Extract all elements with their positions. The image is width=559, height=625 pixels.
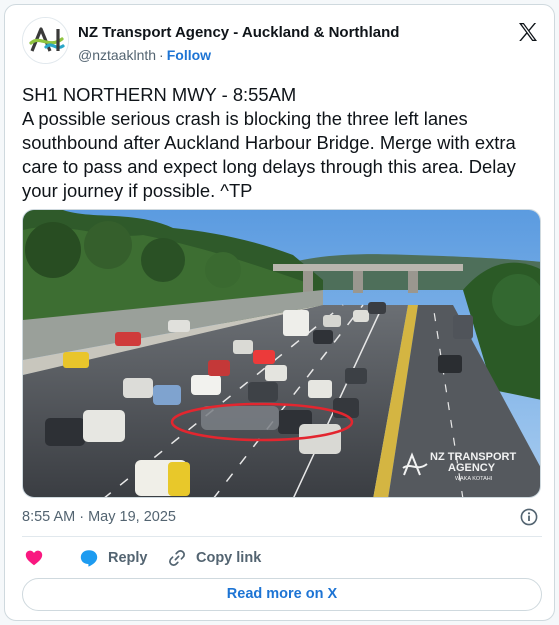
reply-label: Reply	[108, 550, 148, 566]
copy-link-button[interactable]: Copy link	[167, 546, 261, 570]
tweet-media-traffic-camera[interactable]: NZ TRANSPORT AGENCY WAKA KOTAHI	[22, 209, 541, 498]
copy-link-label: Copy link	[196, 550, 262, 566]
link-icon	[169, 550, 185, 566]
watermark-line2: AGENCY	[448, 462, 496, 474]
divider	[22, 536, 542, 537]
account-handle-row: @nztaaklnth · Follow	[78, 47, 211, 63]
account-name[interactable]: NZ Transport Agency - Auckland & Northla…	[78, 24, 399, 41]
reply-button[interactable]: Reply	[79, 546, 148, 570]
tweet-timestamp[interactable]: 8:55 AM · May 19, 2025	[22, 509, 176, 525]
like-button[interactable]	[24, 546, 44, 570]
x-logo-icon[interactable]	[516, 20, 540, 44]
follow-button[interactable]: Follow	[167, 47, 211, 63]
heart-icon	[25, 550, 43, 566]
tweet-header: NZ Transport Agency - Auckland & Northla…	[22, 17, 542, 65]
read-more-on-x-button[interactable]: Read more on X	[22, 578, 542, 611]
embedded-tweet-card: NZ Transport Agency - Auckland & Northla…	[4, 4, 555, 621]
tweet-text: SH1 NORTHERN MWY - 8:55AM A possible ser…	[22, 84, 516, 201]
info-icon[interactable]	[519, 507, 539, 527]
separator-dot: ·	[159, 47, 164, 63]
account-handle[interactable]: @nztaaklnth	[78, 47, 156, 63]
watermark-line3: WAKA KOTAHI	[455, 476, 493, 482]
traffic-camera-image: NZ TRANSPORT AGENCY WAKA KOTAHI	[23, 210, 540, 497]
nzta-logo-icon	[23, 18, 68, 63]
account-avatar[interactable]	[22, 17, 69, 64]
reply-bubble-icon	[80, 550, 98, 567]
